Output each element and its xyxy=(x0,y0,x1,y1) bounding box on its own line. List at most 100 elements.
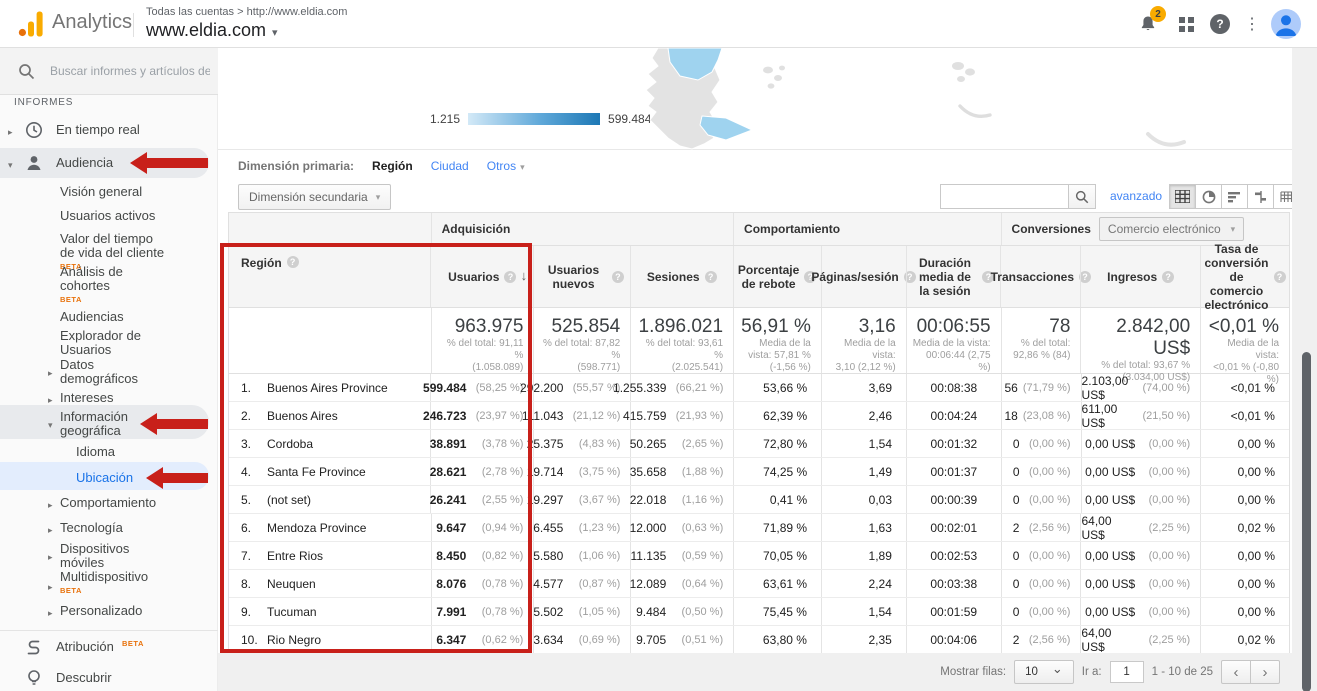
row-rank: 9. xyxy=(241,605,267,619)
help-icon[interactable] xyxy=(1274,271,1286,283)
goto-label: Ir a: xyxy=(1082,666,1102,678)
cell-paginas: 2,46 xyxy=(821,402,906,429)
cell-tasa: 0,00 % xyxy=(1200,458,1289,485)
help-icon[interactable] xyxy=(612,271,624,283)
region-name-link[interactable]: Entre Rios xyxy=(267,549,323,563)
region-name-link[interactable]: Neuquen xyxy=(267,577,316,591)
cell-tasa: <0,01 % xyxy=(1200,402,1289,429)
cell-usuarios: 7.991(0,78 %) xyxy=(431,598,534,625)
cell-sesiones: 12.000(0,63 %) xyxy=(630,514,733,541)
help-icon[interactable] xyxy=(1208,12,1232,36)
region-name-link[interactable]: Cordoba xyxy=(267,437,313,451)
cell-ingresos: 0,00 US$(0,00 %) xyxy=(1080,570,1200,597)
cell-usuarios: 9.647(0,94 %) xyxy=(431,514,534,541)
table-row[interactable]: 8.Neuquen 8.076(0,78 %) 4.577(0,87 %) 12… xyxy=(229,570,1289,598)
regions-table: Adquisición Comportamiento Conversiones … xyxy=(228,212,1290,655)
table-row[interactable]: 5.(not set) 26.241(2,55 %) 19.297(3,67 %… xyxy=(229,486,1289,514)
apps-grid-icon[interactable] xyxy=(1174,12,1198,36)
table-row[interactable]: 3.Cordoba 38.891(3,78 %) 25.375(4,83 %) … xyxy=(229,430,1289,458)
cell-duracion: 00:02:01 xyxy=(906,514,1001,541)
kebab-menu-icon[interactable] xyxy=(1240,12,1264,36)
table-search-input[interactable] xyxy=(940,184,1068,209)
help-icon[interactable] xyxy=(1162,271,1174,283)
cell-transacciones: 0(0,00 %) xyxy=(1001,458,1081,485)
table-row[interactable]: 4.Santa Fe Province 28.621(2,78 %) 19.71… xyxy=(229,458,1289,486)
column-header-duracion[interactable]: Duración media de la sesión xyxy=(906,246,1001,307)
view-comparison-button[interactable] xyxy=(1247,184,1274,209)
sort-desc-icon[interactable] xyxy=(521,269,528,283)
dimension-option-region[interactable]: Región xyxy=(372,159,413,173)
chevron-down-icon xyxy=(48,418,53,432)
region-name-link[interactable]: Rio Negro xyxy=(267,633,321,647)
table-row[interactable]: 9.Tucuman 7.991(0,78 %) 5.502(1,05 %) 9.… xyxy=(229,598,1289,626)
region-name-link[interactable]: Buenos Aires Province xyxy=(267,381,388,395)
search-input[interactable] xyxy=(50,60,210,82)
analytics-logo-icon[interactable] xyxy=(18,11,44,37)
region-name-link[interactable]: Tucuman xyxy=(267,605,317,619)
table-row[interactable]: 6.Mendoza Province 9.647(0,94 %) 6.455(1… xyxy=(229,514,1289,542)
cell-duracion: 00:00:39 xyxy=(906,486,1001,513)
map-legend: 1.215 599.484 xyxy=(430,112,651,126)
table-row[interactable]: 10.Rio Negro 6.347(0,62 %) 3.634(0,69 %)… xyxy=(229,626,1289,654)
column-header-tasa-conversion[interactable]: Tasa de conversión de comercio electróni… xyxy=(1200,246,1289,307)
secondary-dimension-button[interactable]: Dimensión secundaria xyxy=(238,184,391,210)
column-header-region[interactable]: Región xyxy=(229,246,430,307)
cell-duracion: 00:01:59 xyxy=(906,598,1001,625)
cell-rebote: 70,05 % xyxy=(733,542,821,569)
group-comportamiento: Comportamiento xyxy=(733,213,1001,245)
advanced-search-link[interactable]: avanzado xyxy=(1110,189,1162,203)
cell-transacciones: 2(2,56 %) xyxy=(1001,626,1081,653)
table-controls-row: Dimensión secundaria avanzado xyxy=(218,182,1317,214)
rows-per-page-dropdown[interactable]: 10 xyxy=(1014,660,1074,684)
previous-page-button[interactable] xyxy=(1221,660,1251,684)
scrollbar-thumb[interactable] xyxy=(1302,352,1311,691)
column-header-sesiones[interactable]: Sesiones xyxy=(630,246,733,307)
primary-dimension-label: Dimensión primaria: xyxy=(238,159,354,173)
cell-sesiones: 9.705(0,51 %) xyxy=(630,626,733,653)
column-header-paginas-sesion[interactable]: Páginas/sesión xyxy=(821,246,906,307)
view-table-button[interactable] xyxy=(1169,184,1196,209)
column-header-transacciones[interactable]: Transacciones xyxy=(1000,246,1080,307)
goto-page-input[interactable] xyxy=(1110,661,1144,683)
view-percentage-button[interactable] xyxy=(1195,184,1222,209)
table-row[interactable]: 1.Buenos Aires Province 599.484(58,25 %)… xyxy=(229,374,1289,402)
user-avatar[interactable] xyxy=(1271,9,1301,39)
help-icon[interactable] xyxy=(705,271,717,283)
cell-rebote: 75,45 % xyxy=(733,598,821,625)
row-rank: 3. xyxy=(241,437,267,451)
help-icon[interactable] xyxy=(504,271,516,283)
attribution-icon xyxy=(24,637,44,657)
table-row[interactable]: 2.Buenos Aires 246.723(23,97 %) 111.043(… xyxy=(229,402,1289,430)
region-name-link[interactable]: Buenos Aires xyxy=(267,409,338,423)
column-header-usuarios[interactable]: Usuarios xyxy=(430,246,533,307)
table-search-button[interactable] xyxy=(1068,184,1096,209)
map-canvas[interactable] xyxy=(628,48,1188,150)
column-header-usuarios-nuevos[interactable]: Usuarios nuevos xyxy=(533,246,630,307)
cell-duracion: 00:04:06 xyxy=(906,626,1001,653)
region-name-link[interactable]: (not set) xyxy=(267,493,311,507)
help-icon[interactable] xyxy=(287,256,299,268)
cell-sesiones: 22.018(1,16 %) xyxy=(630,486,733,513)
notification-badge: 2 xyxy=(1150,6,1166,22)
sidebar-search xyxy=(0,48,218,95)
chevron-right-icon xyxy=(48,580,53,594)
conversions-goal-dropdown[interactable]: Comercio electrónico xyxy=(1099,217,1244,241)
column-header-rebote[interactable]: Porcentaje de rebote xyxy=(733,246,821,307)
cell-transacciones: 0(0,00 %) xyxy=(1001,598,1081,625)
cell-transacciones: 0(0,00 %) xyxy=(1001,570,1081,597)
cell-usuarios-nuevos: 6.455(1,23 %) xyxy=(533,514,630,541)
row-rank: 10. xyxy=(241,633,267,647)
property-selector[interactable]: www.eldia.com▾ xyxy=(146,20,278,41)
lightbulb-icon xyxy=(24,668,44,688)
column-header-ingresos[interactable]: Ingresos xyxy=(1080,246,1200,307)
region-name-link[interactable]: Santa Fe Province xyxy=(267,465,366,479)
dimension-option-ciudad[interactable]: Ciudad xyxy=(431,159,469,173)
cell-transacciones: 56(71,79 %) xyxy=(1001,374,1081,401)
dimension-option-otros[interactable]: Otros xyxy=(487,159,525,173)
chevron-right-icon xyxy=(48,523,53,537)
region-name-link[interactable]: Mendoza Province xyxy=(267,521,366,535)
totals-duracion: 00:06:55Media de la vista:00:06:44 (2,75… xyxy=(906,308,1001,373)
table-row[interactable]: 7.Entre Rios 8.450(0,82 %) 5.580(1,06 %)… xyxy=(229,542,1289,570)
next-page-button[interactable] xyxy=(1250,660,1280,684)
view-performance-button[interactable] xyxy=(1221,184,1248,209)
